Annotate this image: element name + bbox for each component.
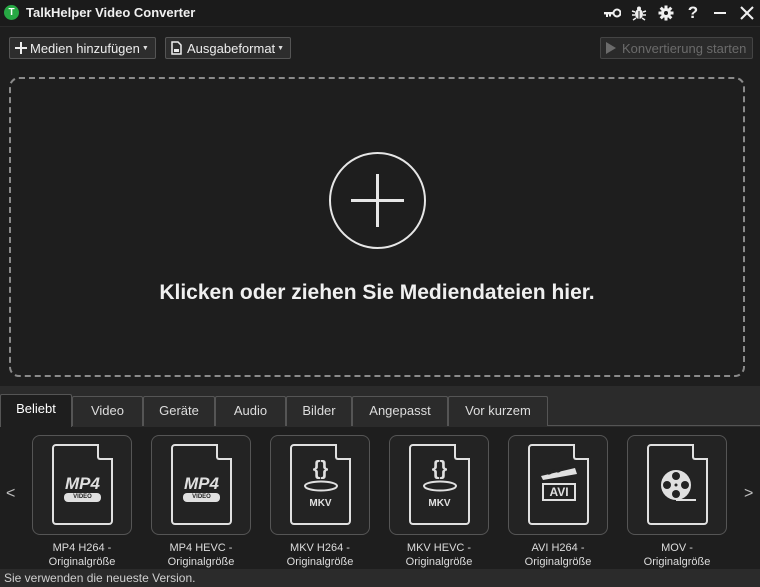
mkv-icon-text: MKV (428, 498, 451, 509)
media-drop-zone[interactable]: Klicken oder ziehen Sie Mediendateien hi… (9, 77, 745, 377)
status-bar: Sie verwenden die neueste Version. (0, 569, 760, 587)
chevron-down-icon: ▼ (141, 44, 149, 52)
braces-icon: {} (431, 458, 448, 480)
mp4-icon-text: MP4 (184, 474, 219, 493)
preset-card[interactable]: MP4 VIDEO (32, 435, 132, 535)
mp4-icon-text: MP4 (65, 474, 100, 493)
preset-item[interactable]: MOV - Originalgröße (627, 435, 727, 569)
clapperboard-icon (541, 467, 577, 480)
mp4-file-icon: MP4 VIDEO (52, 444, 113, 525)
ring-icon (423, 480, 457, 492)
add-media-plus-icon[interactable] (329, 152, 426, 249)
help-icon[interactable]: ? (682, 2, 704, 24)
key-icon[interactable] (601, 2, 623, 24)
toolbar: Medien hinzufügen ▼ Ausgabeformat ▼ Konv… (0, 26, 760, 68)
preset-strip: < > MP4 VIDEO MP4 H264 - Originalgröße MP… (0, 427, 760, 572)
gear-icon[interactable] (655, 2, 677, 24)
next-arrow-icon[interactable]: > (744, 485, 753, 503)
app-title: TalkHelper Video Converter (26, 5, 196, 20)
film-reel-icon (661, 470, 696, 501)
preset-item[interactable]: AVI AVI H264 - Originalgröße (508, 435, 608, 569)
mov-file-icon (647, 444, 708, 525)
play-icon (606, 42, 616, 54)
mkv-file-icon: {} MKV (409, 444, 470, 525)
tab-beliebt[interactable]: Beliebt (0, 394, 72, 427)
prev-arrow-icon[interactable]: < (6, 485, 15, 503)
add-media-button[interactable]: Medien hinzufügen ▼ (9, 37, 156, 59)
preset-card[interactable]: {} MKV (270, 435, 370, 535)
start-conversion-label: Konvertierung starten (622, 40, 747, 56)
mkv-icon-text: MKV (309, 498, 332, 509)
document-icon (171, 41, 182, 55)
video-badge: VIDEO (183, 493, 220, 502)
format-panel: Beliebt Video Geräte Audio Bilder Angepa… (0, 386, 760, 587)
preset-label: MKV HEVC - Originalgröße (405, 542, 473, 568)
plus-icon (15, 42, 27, 54)
tab-angepasst[interactable]: Angepasst (352, 396, 448, 426)
video-badge: VIDEO (64, 493, 101, 502)
preset-item[interactable]: MP4 VIDEO MP4 HEVC - Originalgröße (151, 435, 251, 569)
avi-file-icon: AVI (528, 444, 589, 525)
bug-icon[interactable] (628, 2, 650, 24)
drop-zone-text: Klicken oder ziehen Sie Mediendateien hi… (159, 281, 595, 304)
preset-label: MP4 H264 - Originalgröße (48, 542, 116, 568)
preset-item[interactable]: {} MKV MKV HEVC - Originalgröße (389, 435, 489, 569)
minimize-icon[interactable] (709, 2, 731, 24)
tab-bilder[interactable]: Bilder (286, 396, 352, 426)
output-format-button[interactable]: Ausgabeformat ▼ (165, 37, 292, 59)
preset-label: MP4 HEVC - Originalgröße (167, 542, 235, 568)
app-logo-icon: T (4, 5, 19, 20)
mp4-file-icon: MP4 VIDEO (171, 444, 232, 525)
preset-item[interactable]: {} MKV MKV H264 - Originalgröße (270, 435, 370, 569)
tab-video[interactable]: Video (72, 396, 143, 426)
braces-icon: {} (312, 458, 329, 480)
tab-audio[interactable]: Audio (215, 396, 286, 426)
tab-vor-kurzem[interactable]: Vor kurzem (448, 396, 548, 426)
preset-card[interactable]: AVI (508, 435, 608, 535)
chevron-down-icon: ▼ (277, 44, 285, 52)
output-format-label: Ausgabeformat (187, 40, 276, 56)
preset-card[interactable]: {} MKV (389, 435, 489, 535)
mkv-file-icon: {} MKV (290, 444, 351, 525)
preset-label: MOV - Originalgröße (643, 542, 711, 568)
preset-item[interactable]: MP4 VIDEO MP4 H264 - Originalgröße (32, 435, 132, 569)
preset-card[interactable]: MP4 VIDEO (151, 435, 251, 535)
avi-icon-text: AVI (542, 483, 576, 501)
title-bar: T TalkHelper Video Converter ? (0, 0, 760, 26)
start-conversion-button[interactable]: Konvertierung starten (600, 37, 754, 59)
close-icon[interactable] (736, 2, 758, 24)
preset-label: AVI H264 - Originalgröße (524, 542, 592, 568)
preset-label: MKV H264 - Originalgröße (286, 542, 354, 568)
format-tabs: Beliebt Video Geräte Audio Bilder Angepa… (0, 394, 760, 427)
preset-card[interactable] (627, 435, 727, 535)
tab-geraete[interactable]: Geräte (143, 396, 215, 426)
ring-icon (304, 480, 338, 492)
add-media-label: Medien hinzufügen (30, 40, 140, 56)
